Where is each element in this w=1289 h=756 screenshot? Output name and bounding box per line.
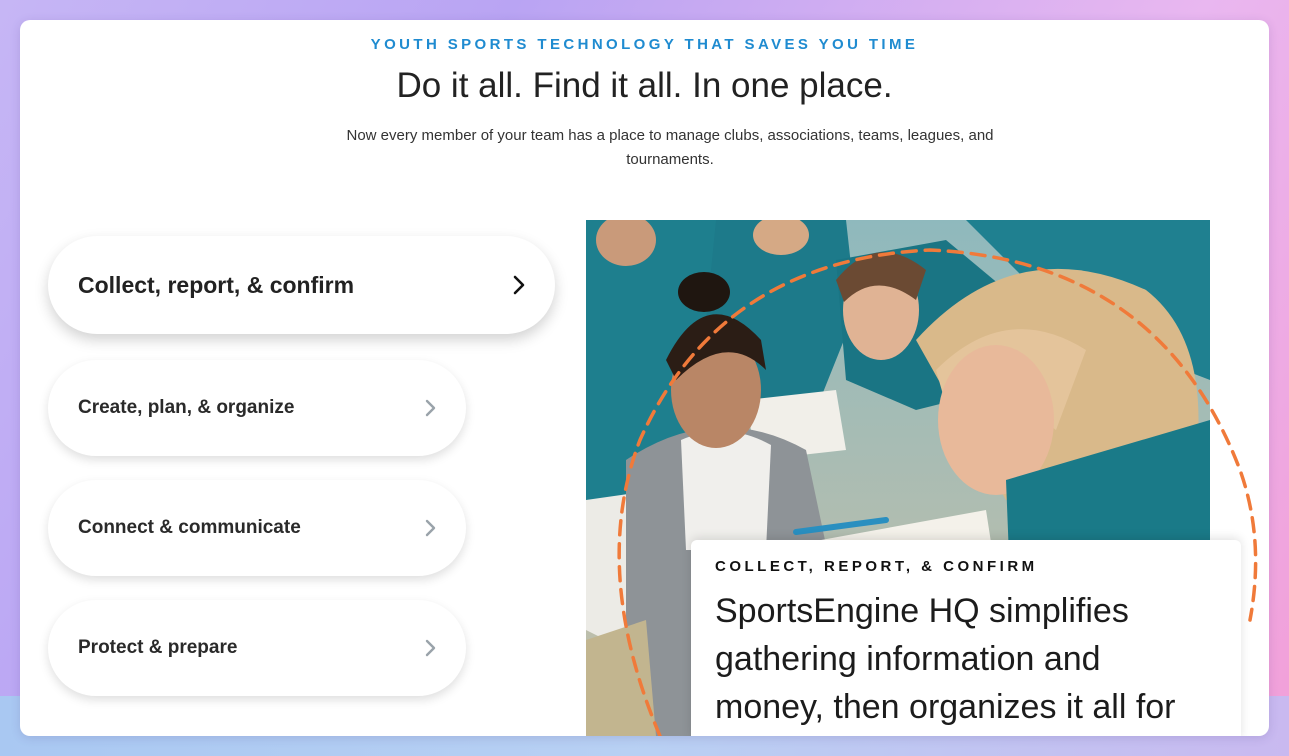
- accordion-item-collect[interactable]: Collect, report, & confirm: [48, 236, 555, 334]
- section-title: Do it all. Find it all. In one place.: [396, 66, 893, 105]
- accordion-item-protect[interactable]: Protect & prepare: [48, 600, 466, 696]
- feature-description: SportsEngine HQ simplifies gathering inf…: [715, 592, 1176, 726]
- feature-section-card: YOUTH SPORTS TECHNOLOGY THAT SAVES YOU T…: [20, 20, 1269, 736]
- chevron-right-icon: [420, 398, 440, 418]
- accordion-item-label: Protect & prepare: [78, 637, 238, 658]
- chevron-right-icon: [420, 518, 440, 538]
- section-eyebrow: YOUTH SPORTS TECHNOLOGY THAT SAVES YOU T…: [370, 36, 919, 53]
- chevron-right-icon: [509, 275, 529, 295]
- chevron-right-icon: [420, 638, 440, 658]
- accordion-item-label: Connect & communicate: [78, 517, 301, 538]
- accordion-item-label: Create, plan, & organize: [78, 397, 295, 418]
- feature-eyebrow: COLLECT, REPORT, & CONFIRM: [715, 558, 1038, 575]
- accordion-item-create[interactable]: Create, plan, & organize: [48, 360, 466, 456]
- accordion-item-connect[interactable]: Connect & communicate: [48, 480, 466, 576]
- feature-detail-card: COLLECT, REPORT, & CONFIRM SportsEngine …: [691, 540, 1241, 736]
- accordion-item-label: Collect, report, & confirm: [78, 271, 355, 298]
- section-subtitle: Now every member of your team has a plac…: [346, 127, 994, 168]
